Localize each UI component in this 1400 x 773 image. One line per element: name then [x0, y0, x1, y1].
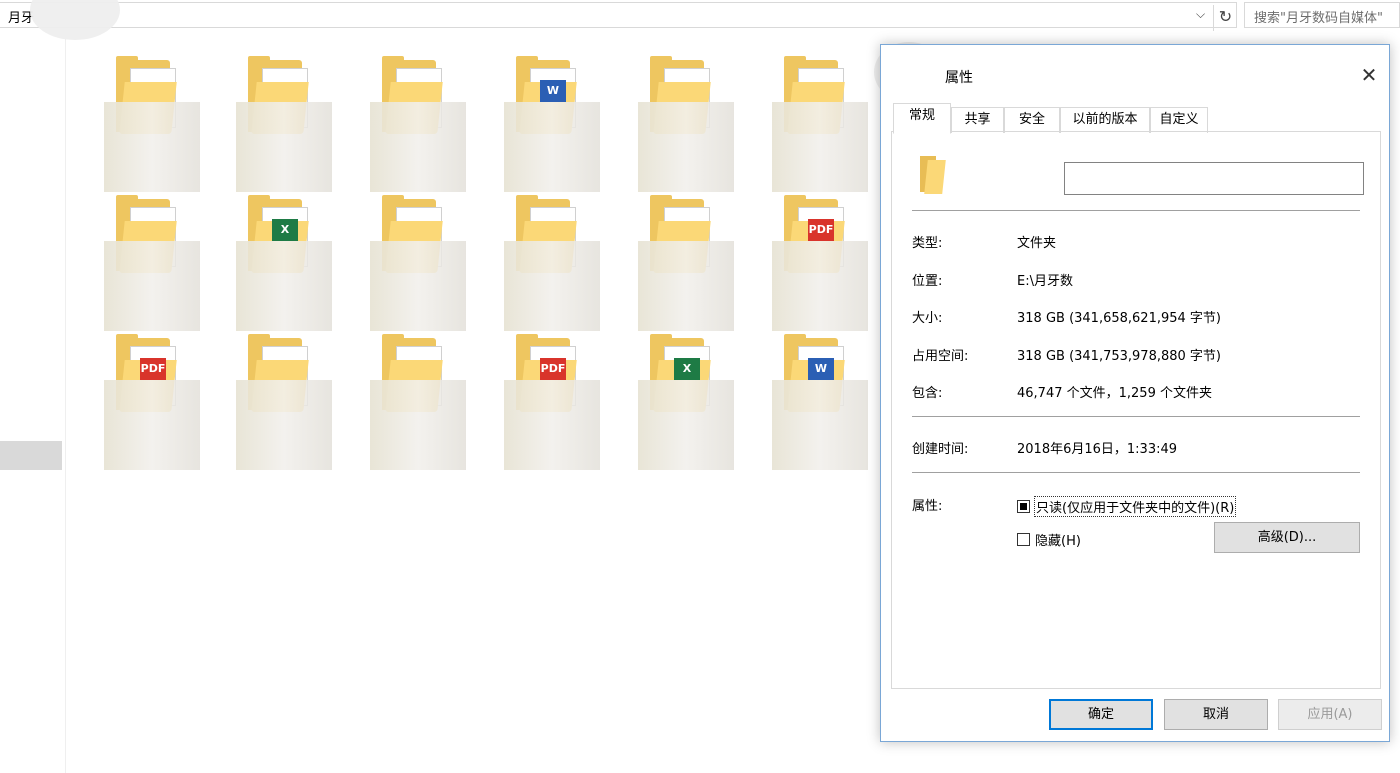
folder-item[interactable]	[104, 195, 208, 331]
folder-item[interactable]: PDF	[504, 334, 608, 470]
folder-item[interactable]: X	[236, 195, 340, 331]
folder-icon	[920, 156, 946, 194]
pixelated-filename	[236, 380, 332, 470]
pixelated-filename	[370, 102, 466, 192]
pixelated-filename	[638, 380, 734, 470]
tab-customize[interactable]: 自定义	[1150, 107, 1208, 133]
pixelated-filename	[104, 241, 200, 331]
hidden-checkbox[interactable]: 隐藏(H)	[1017, 530, 1081, 549]
pixelated-filename	[772, 102, 868, 192]
folder-item[interactable]: W	[504, 56, 608, 192]
pixelated-filename	[504, 241, 600, 331]
pixelated-filename	[638, 102, 734, 192]
folder-item[interactable]: X	[638, 334, 742, 470]
folder-item[interactable]	[236, 56, 340, 192]
pixelated-filename	[104, 102, 200, 192]
file-type-badge: X	[674, 358, 700, 380]
ok-button[interactable]: 确定	[1049, 699, 1153, 730]
pixelated-filename	[370, 241, 466, 331]
properties-dialog: 属性 ✕ 常规 共享 安全 以前的版本 自定义 类型: 文件夹 位置: E:\月…	[880, 44, 1390, 742]
separator	[912, 416, 1360, 417]
file-type-badge: PDF	[808, 219, 834, 241]
folder-item[interactable]	[236, 334, 340, 470]
pixelated-filename	[504, 102, 600, 192]
readonly-checkbox[interactable]: 只读(仅应用于文件夹中的文件)(R)	[1017, 496, 1237, 517]
file-type-badge	[272, 358, 298, 380]
contains-value: 46,747 个文件，1,259 个文件夹	[1017, 386, 1212, 401]
folder-item[interactable]: PDF	[104, 334, 208, 470]
pixelated-filename	[772, 241, 868, 331]
navigation-pane	[0, 30, 66, 773]
folder-item[interactable]	[772, 56, 876, 192]
file-type-badge	[808, 80, 834, 102]
file-type-badge	[140, 80, 166, 102]
folder-item[interactable]	[104, 56, 208, 192]
file-type-badge: W	[540, 80, 566, 102]
address-bar[interactable]: 月牙 ⌵ ↻	[0, 2, 1237, 31]
file-type-badge	[540, 219, 566, 241]
file-type-badge	[140, 219, 166, 241]
location-value: E:\月牙数	[1017, 274, 1073, 289]
tab-general[interactable]: 常规	[893, 103, 951, 134]
readonly-label: 只读(仅应用于文件夹中的文件)(R)	[1033, 496, 1237, 517]
disk-usage-label: 占用空间:	[912, 349, 969, 364]
separator	[912, 472, 1360, 473]
pixelated-filename	[772, 380, 868, 470]
folder-name-input[interactable]	[1064, 162, 1364, 195]
folder-item[interactable]	[638, 195, 742, 331]
location-label: 位置:	[912, 274, 943, 289]
checkbox-empty-icon	[1017, 533, 1030, 546]
dialog-title: 属性	[945, 70, 973, 86]
chevron-down-icon[interactable]: ⌵	[1196, 7, 1205, 22]
tab-security[interactable]: 安全	[1004, 107, 1060, 133]
type-value: 文件夹	[1017, 236, 1057, 251]
file-type-badge	[674, 80, 700, 102]
contains-label: 包含:	[912, 386, 943, 401]
file-type-badge	[272, 80, 298, 102]
file-type-badge	[674, 219, 700, 241]
pixelated-filename	[236, 102, 332, 192]
folder-item[interactable]	[638, 56, 742, 192]
advanced-button[interactable]: 高级(D)...	[1214, 522, 1360, 553]
close-icon[interactable]: ✕	[1355, 61, 1383, 89]
pixelated-filename	[104, 380, 200, 470]
search-input[interactable]: 搜索"月牙数码自媒体"	[1244, 2, 1400, 28]
checkbox-indeterminate-icon	[1017, 500, 1030, 513]
file-type-badge: PDF	[540, 358, 566, 380]
folder-item[interactable]	[370, 195, 474, 331]
file-type-badge	[406, 80, 432, 102]
created-value: 2018年6月16日，1:33:49	[1017, 442, 1178, 457]
folder-item[interactable]	[504, 195, 608, 331]
hidden-label: 隐藏(H)	[1035, 534, 1081, 549]
tab-previous-versions[interactable]: 以前的版本	[1060, 107, 1150, 133]
file-type-badge: W	[808, 358, 834, 380]
type-label: 类型:	[912, 236, 943, 251]
general-tab-panel: 类型: 文件夹 位置: E:\月牙数 大小: 318 GB (341,658,6…	[891, 131, 1381, 689]
size-label: 大小:	[912, 311, 943, 326]
file-type-badge	[406, 358, 432, 380]
folder-item[interactable]	[370, 334, 474, 470]
file-type-badge: PDF	[140, 358, 166, 380]
size-value: 318 GB (341,658,621,954 字节)	[1017, 311, 1221, 326]
created-label: 创建时间:	[912, 442, 969, 457]
file-type-badge	[406, 219, 432, 241]
separator	[912, 210, 1360, 211]
pixelated-filename	[236, 241, 332, 331]
refresh-icon[interactable]: ↻	[1213, 5, 1237, 31]
tab-sharing[interactable]: 共享	[951, 107, 1004, 133]
pixelated-filename	[504, 380, 600, 470]
nav-selected-item[interactable]	[0, 441, 62, 470]
disk-usage-value: 318 GB (341,753,978,880 字节)	[1017, 349, 1221, 364]
apply-button[interactable]: 应用(A)	[1278, 699, 1382, 730]
file-type-badge: X	[272, 219, 298, 241]
folder-item[interactable]: W	[772, 334, 876, 470]
folder-item[interactable]: PDF	[772, 195, 876, 331]
cancel-button[interactable]: 取消	[1164, 699, 1268, 730]
attributes-label: 属性:	[912, 499, 943, 514]
pixelated-filename	[370, 380, 466, 470]
pixelated-filename	[638, 241, 734, 331]
folder-item[interactable]	[370, 56, 474, 192]
